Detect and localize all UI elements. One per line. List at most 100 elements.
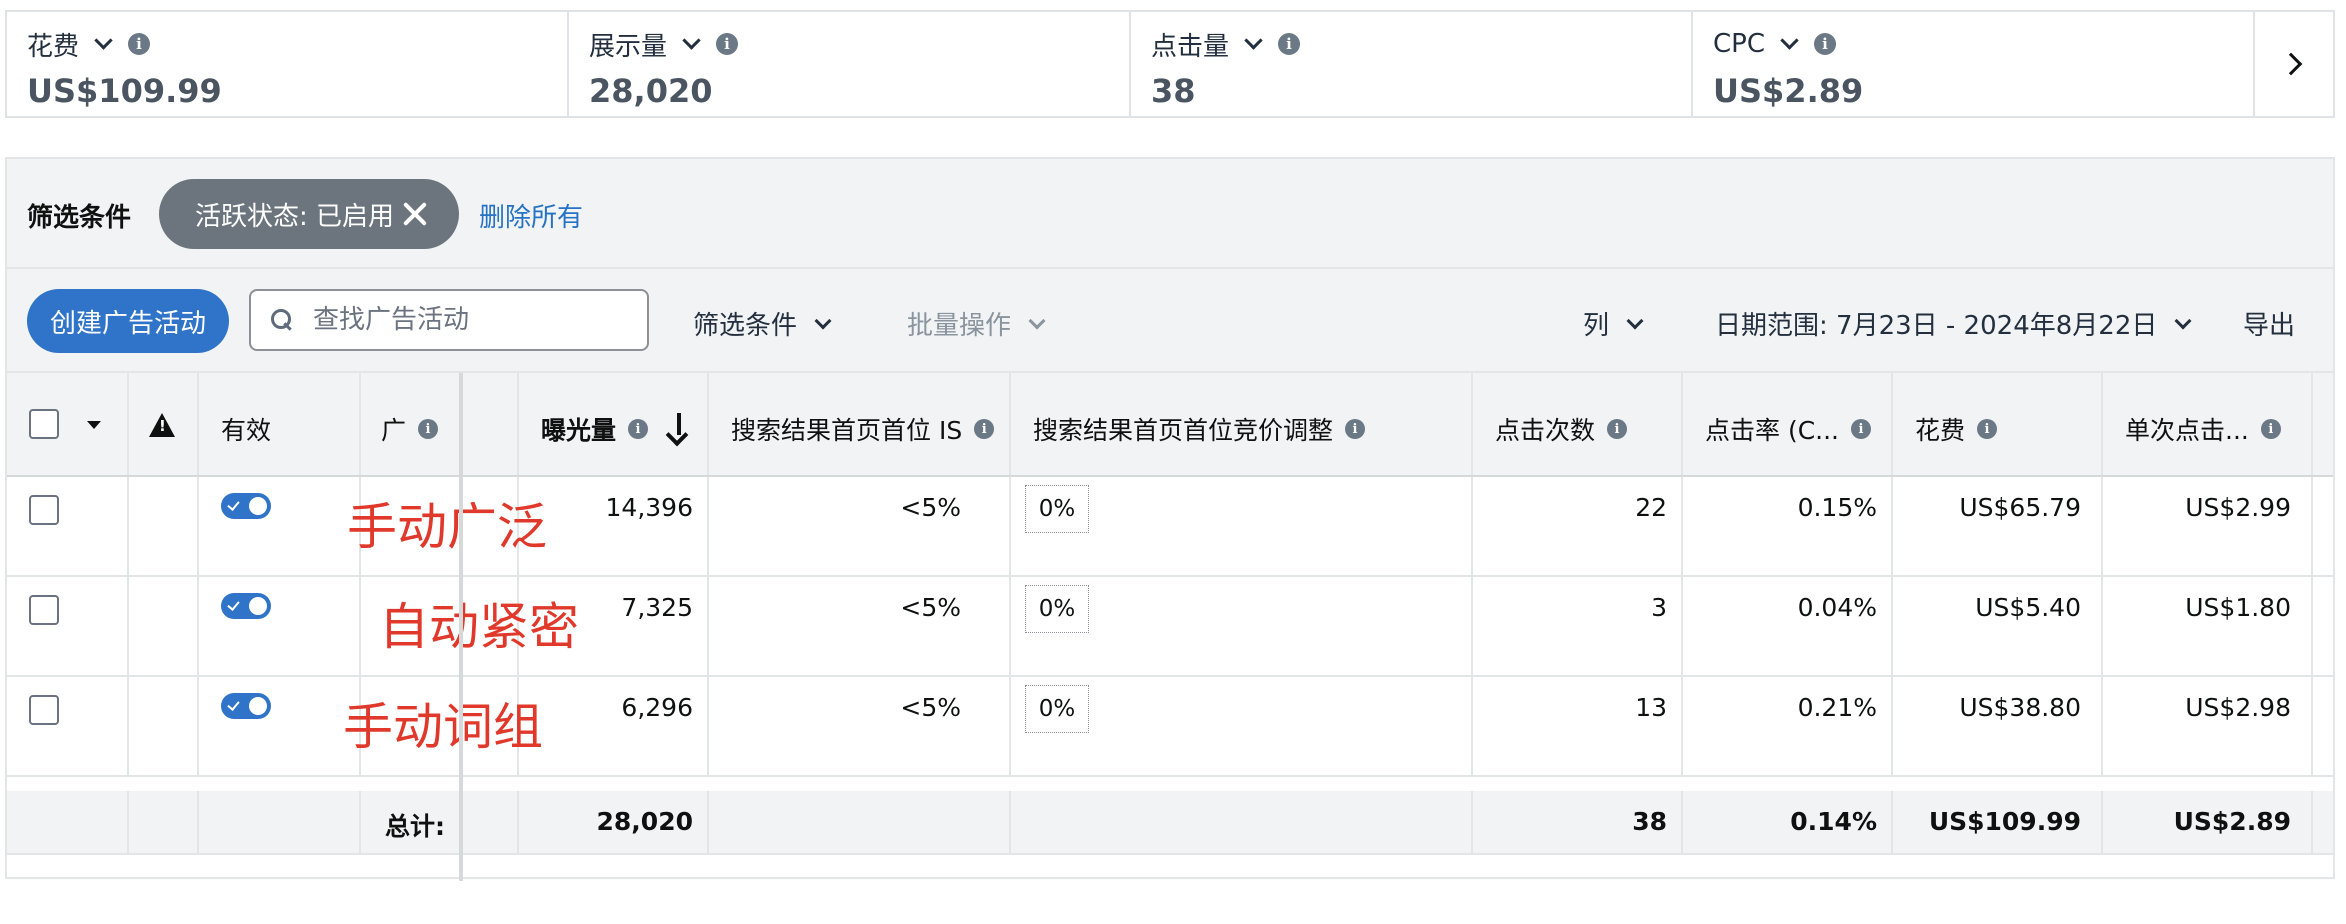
export-button[interactable]: 导出: [2243, 305, 2295, 342]
metric-spend[interactable]: 花费 i US$109.99: [7, 12, 569, 116]
header-clicks[interactable]: 点击次数 i: [1473, 373, 1683, 475]
cpc-value: US$2.98: [2185, 693, 2291, 722]
campaign-panel: 筛选条件 活跃状态: 已启用 删除所有 创建广告活动 筛选条件 批量操作 列 日…: [5, 157, 2335, 881]
spend-value: US$38.80: [1959, 693, 2081, 722]
bid-adjustment-input[interactable]: 0%: [1025, 585, 1089, 633]
annotation-label: 手动广泛: [347, 498, 547, 556]
header-ctr-label: 点击率 (C...: [1705, 416, 1839, 445]
ctr-value: 0.15%: [1797, 493, 1877, 522]
info-icon[interactable]: i: [128, 33, 151, 55]
metric-label: 花费: [27, 31, 80, 62]
metric-cpc[interactable]: CPC i US$2.89: [1693, 12, 2255, 116]
next-metrics-button[interactable]: [2255, 12, 2333, 116]
header-alert: [129, 373, 199, 475]
create-campaign-button[interactable]: 创建广告活动: [27, 289, 229, 353]
total-ctr: 0.14%: [1790, 807, 1877, 836]
info-icon[interactable]: i: [1814, 33, 1836, 55]
header-spend[interactable]: 花费 i: [1893, 373, 2103, 475]
active-toggle[interactable]: [221, 593, 271, 619]
row-checkbox[interactable]: [29, 495, 59, 525]
info-icon[interactable]: i: [1345, 419, 1366, 439]
caret-down-icon[interactable]: [87, 421, 101, 429]
spend-value: US$65.79: [1959, 493, 2081, 522]
annotation-label: 自动紧密: [379, 598, 579, 656]
bid-adjustment-input[interactable]: 0%: [1025, 685, 1089, 733]
info-icon[interactable]: i: [1278, 33, 1301, 55]
chevron-down-icon: [1626, 312, 1644, 329]
header-active-label: 有效: [221, 416, 272, 445]
header-top-bid[interactable]: 搜索结果首页首位竞价调整 i: [1011, 373, 1473, 475]
search-icon: [271, 309, 293, 331]
filter-title: 筛选条件: [27, 203, 132, 233]
frozen-column-divider[interactable]: [459, 373, 463, 881]
info-icon[interactable]: i: [1851, 419, 1871, 439]
chevron-down-icon[interactable]: [1244, 30, 1263, 50]
search-box[interactable]: [249, 289, 649, 351]
filter-chip-status[interactable]: 活跃状态: 已启用: [159, 179, 459, 249]
info-icon[interactable]: i: [716, 33, 739, 55]
impressions-value: 14,396: [605, 493, 693, 522]
header-cpc[interactable]: 单次点击... i: [2103, 373, 2313, 475]
ctr-value: 0.04%: [1797, 593, 1877, 622]
header-active[interactable]: 有效: [199, 373, 361, 475]
toolbar: 创建广告活动 筛选条件 批量操作 列 日期范围: 7月23日 - 2024年8月…: [7, 269, 2333, 373]
cpc-value: US$1.80: [2185, 593, 2291, 622]
spend-value: US$5.40: [1975, 593, 2081, 622]
date-range-label: 日期范围: 7月23日 - 2024年8月22日: [1715, 311, 2158, 341]
chevron-down-icon[interactable]: [94, 30, 113, 50]
info-icon[interactable]: i: [418, 419, 439, 439]
columns-dropdown[interactable]: 列: [1583, 305, 1644, 342]
chevron-down-icon[interactable]: [1780, 30, 1799, 50]
total-spend: US$109.99: [1928, 807, 2081, 836]
table-row[interactable]: 14,396 <5% 0% 22 0.15% US$65.79 US$2.99 …: [7, 477, 2333, 577]
metric-impressions[interactable]: 展示量 i 28,020: [569, 12, 1131, 116]
clear-all-filters-link[interactable]: 删除所有: [479, 197, 583, 234]
row-checkbox[interactable]: [29, 695, 59, 725]
chevron-down-icon: [1028, 312, 1046, 329]
cpc-value: US$2.99: [2185, 493, 2291, 522]
info-icon[interactable]: i: [974, 419, 995, 439]
metric-value: 38: [1151, 72, 1196, 110]
filter-dropdown-label: 筛选条件: [693, 311, 798, 341]
sort-descending-icon[interactable]: [677, 413, 681, 435]
table-row[interactable]: 7,325 <5% 0% 3 0.04% US$5.40 US$1.80 自动紧…: [7, 577, 2333, 677]
chevron-right-icon: [2279, 52, 2303, 76]
table-header: 有效 广 i 曝光量 i 搜索结果首页首位 IS i: [7, 373, 2333, 477]
columns-label: 列: [1583, 311, 1610, 341]
header-spend-label: 花费: [1915, 416, 1966, 445]
table-row[interactable]: 6,296 <5% 0% 13 0.21% US$38.80 US$2.98 手…: [7, 677, 2333, 777]
filter-chip-label: 活跃状态: 已启用: [195, 201, 395, 232]
impressions-value: 7,325: [621, 593, 693, 622]
active-toggle[interactable]: [221, 693, 271, 719]
active-toggle[interactable]: [221, 493, 271, 519]
search-input[interactable]: [313, 305, 633, 335]
filter-dropdown[interactable]: 筛选条件: [693, 305, 832, 342]
select-all-checkbox[interactable]: [29, 409, 59, 439]
close-icon[interactable]: [403, 202, 427, 226]
bid-adjustment-input[interactable]: 0%: [1025, 485, 1089, 533]
header-top-is-label: 搜索结果首页首位 IS: [731, 416, 963, 445]
header-impressions[interactable]: 曝光量 i: [519, 373, 709, 475]
date-range-dropdown[interactable]: 日期范围: 7月23日 - 2024年8月22日: [1715, 305, 2192, 342]
info-icon[interactable]: i: [1977, 419, 1998, 439]
header-impressions-label: 曝光量: [541, 416, 617, 445]
annotation-label: 手动词组: [343, 698, 543, 756]
metric-clicks[interactable]: 点击量 i 38: [1131, 12, 1693, 116]
chevron-down-icon[interactable]: [682, 30, 701, 50]
info-icon[interactable]: i: [628, 419, 649, 439]
chevron-down-icon: [2174, 312, 2192, 329]
info-icon[interactable]: i: [2260, 419, 2281, 439]
metric-value: US$109.99: [27, 72, 222, 110]
header-ctr[interactable]: 点击率 (C... i: [1683, 373, 1893, 475]
ctr-value: 0.21%: [1797, 693, 1877, 722]
info-icon[interactable]: i: [1607, 419, 1628, 439]
total-row: 总计: 28,020 38 0.14% US$109.99 US$2.89: [7, 791, 2333, 855]
total-clicks: 38: [1632, 807, 1667, 836]
top-is-value: <5%: [900, 593, 961, 622]
row-checkbox[interactable]: [29, 595, 59, 625]
header-top-is[interactable]: 搜索结果首页首位 IS i: [709, 373, 1011, 475]
chevron-down-icon: [814, 312, 832, 329]
header-ad-label: 广: [381, 416, 407, 445]
bulk-actions-dropdown[interactable]: 批量操作: [907, 305, 1046, 342]
header-ad[interactable]: 广 i: [361, 373, 519, 475]
